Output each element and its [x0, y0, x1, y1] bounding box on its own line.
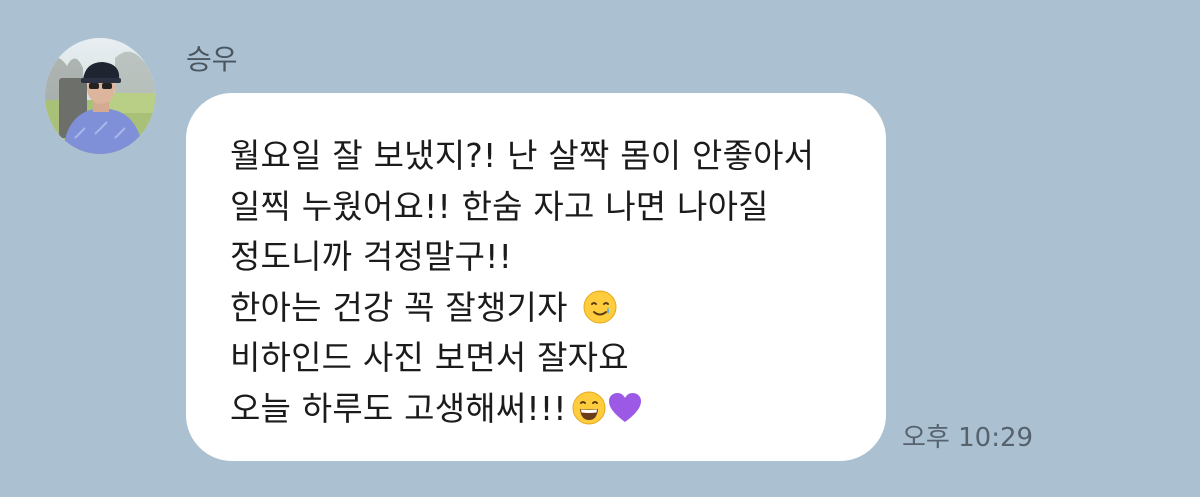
message-line: 월요일 잘 보냈지?! 난 살짝 몸이 안좋아서 [230, 131, 856, 182]
smiling-face-with-tear-icon [583, 290, 617, 323]
message-line: 오늘 하루도 고생해써!!! [230, 384, 856, 435]
message-timestamp: 오후 10:29 [902, 423, 1034, 453]
sender-name: 승우 [186, 43, 238, 76]
grinning-squinting-face-icon [572, 391, 606, 424]
message-line: 비하인드 사진 보면서 잘자요 [230, 333, 856, 384]
message-line: 정도니까 걱정말구!! [230, 232, 856, 283]
purple-heart-icon [608, 392, 641, 422]
message-line-text: 월요일 잘 보냈지?! 난 살짝 몸이 안좋아서 [230, 136, 815, 175]
message-line-text: 정도니까 걱정말구!! [230, 237, 513, 276]
message-line-text: 한아는 건강 꼭 잘챙기자 [230, 287, 568, 327]
message-line-text: 비하인드 사진 보면서 잘자요 [230, 338, 629, 377]
message-bubble[interactable]: 월요일 잘 보냈지?! 난 살짝 몸이 안좋아서 일찍 누웠어요!! 한숨 자고… [186, 93, 886, 461]
message-line: 한아는 건강 꼭 잘챙기자 [230, 283, 856, 334]
avatar-photo [45, 38, 155, 154]
sender-avatar[interactable] [45, 38, 155, 154]
message-line-text: 일찍 누웠어요!! 한숨 자고 나면 나아질 [230, 186, 769, 226]
message-line: 일찍 누웠어요!! 한숨 자고 나면 나아질 [230, 182, 856, 233]
message-line-text: 오늘 하루도 고생해써!!! [230, 388, 567, 428]
